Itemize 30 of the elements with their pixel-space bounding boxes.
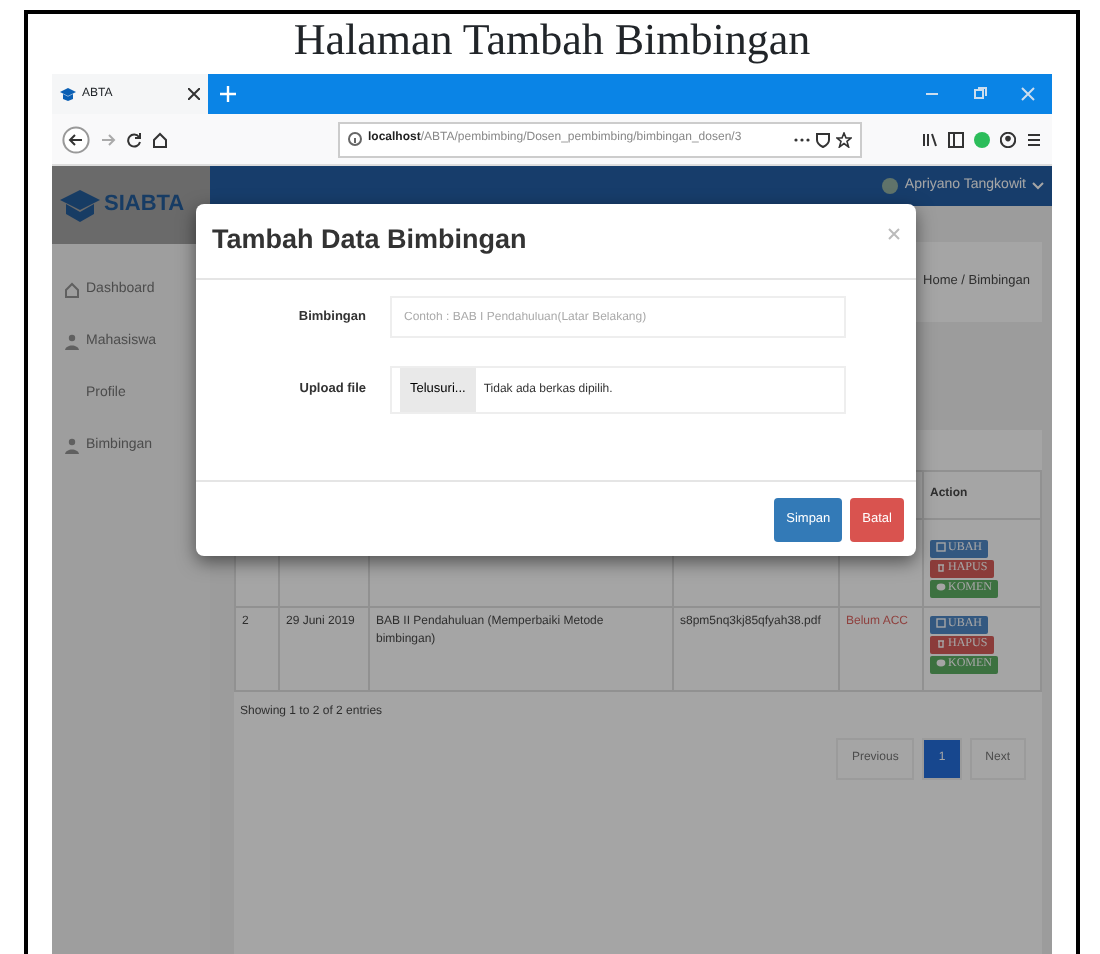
account-icon[interactable] [1000, 131, 1016, 147]
chat-icon [936, 582, 946, 593]
library-icon[interactable] [922, 131, 938, 147]
sidebar-icon[interactable] [948, 131, 964, 147]
trash-icon [936, 638, 946, 649]
back-icon[interactable] [62, 125, 90, 153]
menu-icon[interactable] [1026, 131, 1042, 147]
brand-name: SIABTA [104, 190, 185, 221]
modal-title: Tambah Data Bimbingan [212, 224, 527, 258]
edit-icon [936, 542, 946, 553]
close-icon[interactable] [188, 88, 200, 100]
shield-icon[interactable] [816, 131, 830, 147]
restore-icon[interactable] [972, 86, 988, 102]
caret-icon[interactable] [1032, 182, 1044, 190]
edit-icon [936, 618, 946, 629]
home-icon[interactable] [152, 131, 168, 147]
user-icon [64, 334, 80, 350]
home-icon [64, 282, 80, 298]
avatar-icon [882, 178, 899, 194]
user-icon [64, 438, 80, 454]
info-icon [348, 132, 362, 146]
reload-icon[interactable] [126, 131, 142, 147]
star-icon[interactable] [836, 131, 852, 147]
new-tab-icon[interactable] [220, 86, 236, 102]
cap-icon [60, 86, 76, 102]
logo-icon [60, 187, 100, 223]
trash-icon [936, 562, 946, 573]
more-icon[interactable] [794, 135, 810, 143]
figure-caption: Halaman Tambah Bimbingan [291, 14, 813, 68]
chat-icon [936, 658, 946, 669]
